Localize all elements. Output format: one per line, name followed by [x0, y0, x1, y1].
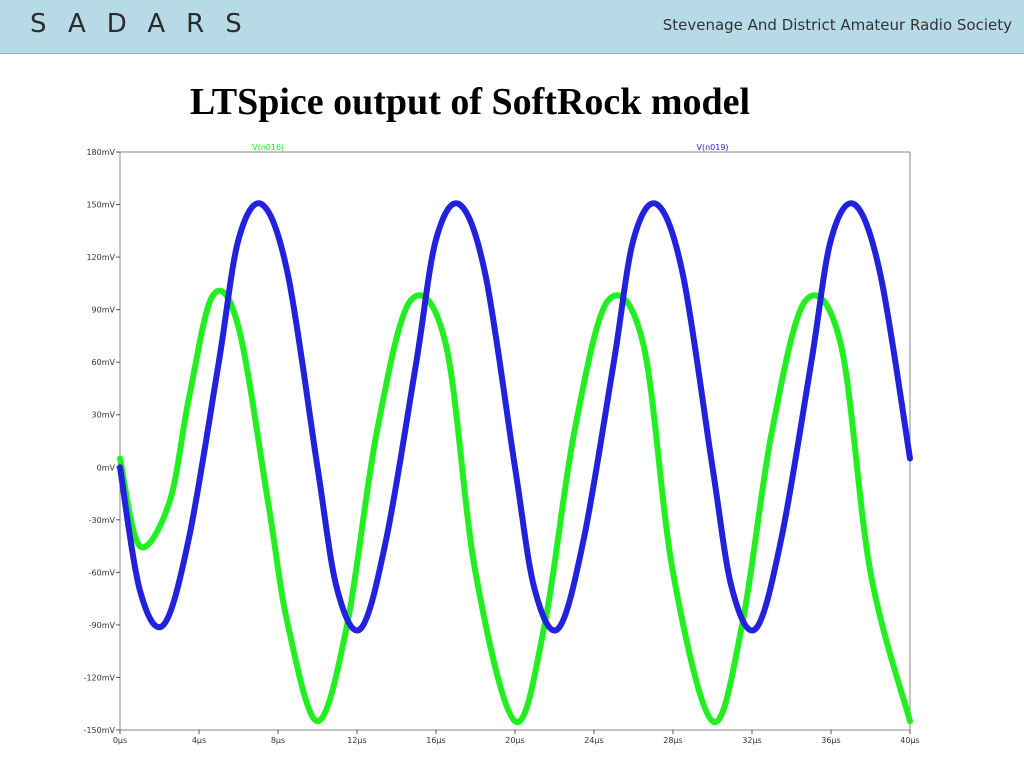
- series-point-1: [830, 239, 832, 241]
- series-point-0: [139, 545, 141, 547]
- y-tick-label: 30mV: [92, 411, 116, 420]
- series-point-0: [376, 431, 378, 433]
- x-tick-label: 12μs: [347, 736, 366, 745]
- series-point-0: [804, 300, 806, 302]
- ltspice-plot: 180mV 150mV 120mV 90mV 60mV 30mV 0mV -30mV -60mV…: [84, 143, 920, 745]
- y-tick-label: -30mV: [89, 516, 116, 525]
- series-point-1: [613, 361, 615, 363]
- series-point-0: [168, 501, 170, 503]
- series-point-0: [238, 326, 240, 328]
- series-point-1: [360, 627, 362, 629]
- y-tick-label: 0mV: [97, 463, 116, 472]
- series-point-0: [573, 431, 575, 433]
- y-tick-label: -120mV: [84, 673, 116, 682]
- series-point-1: [459, 204, 461, 206]
- series-point-1: [731, 589, 733, 591]
- x-tick-label: 4μs: [192, 736, 206, 745]
- plot-axes: 180mV 150mV 120mV 90mV 60mV 30mV 0mV -30mV -60mV…: [84, 148, 920, 745]
- series-point-1: [557, 627, 559, 629]
- series-point-1: [755, 627, 757, 629]
- series-point-1: [484, 274, 486, 276]
- series-point-1: [218, 361, 220, 363]
- series-point-0: [870, 571, 872, 573]
- series-point-0: [840, 344, 842, 346]
- x-tick-label: 32μs: [742, 736, 761, 745]
- series-point-0: [317, 720, 319, 722]
- society-name: Stevenage And District Amateur Radio Soc…: [662, 16, 1012, 34]
- x-tick-label: 8μs: [271, 736, 285, 745]
- x-tick-label: 0μs: [113, 736, 127, 745]
- plot-legend: V(n016) V(n019): [252, 143, 728, 152]
- y-tick-label: -150mV: [84, 726, 116, 735]
- series-point-1: [188, 536, 190, 538]
- series-point-0: [607, 300, 609, 302]
- series-point-1: [336, 589, 338, 591]
- series-point-0: [771, 431, 773, 433]
- series-point-1: [534, 589, 536, 591]
- x-tick-label: 24μs: [584, 736, 603, 745]
- series-point-0: [287, 624, 289, 626]
- series-point-1: [712, 466, 714, 468]
- series-line-1: [117, 200, 913, 634]
- x-tick-label: 36μs: [821, 736, 840, 745]
- legend-label-1: V(n019): [696, 143, 728, 152]
- y-tick-label: -90mV: [89, 621, 116, 630]
- y-tick-label: 90mV: [92, 306, 116, 315]
- series-point-1: [854, 204, 856, 206]
- series-point-1: [435, 239, 437, 241]
- slide-title: LTSpice output of SoftRock model: [189, 81, 751, 123]
- x-tick-label: 16μs: [426, 736, 445, 745]
- y-tick-label: 120mV: [86, 253, 115, 262]
- series-point-0: [475, 571, 477, 573]
- series-point-0: [267, 501, 269, 503]
- series-point-1: [317, 466, 319, 468]
- series-point-1: [583, 536, 585, 538]
- series-point-1: [909, 458, 911, 460]
- series-point-1: [386, 536, 388, 538]
- series-point-0: [514, 720, 516, 722]
- series-point-1: [162, 624, 164, 626]
- series-point-0: [712, 720, 714, 722]
- series-point-1: [415, 361, 417, 363]
- y-tick-label: 180mV: [86, 148, 115, 157]
- series-point-0: [642, 344, 644, 346]
- series-point-0: [445, 344, 447, 346]
- series-point-0: [909, 720, 911, 722]
- header-banner: SADARS Stevenage And District Amateur Ra…: [0, 0, 1024, 54]
- series-point-1: [139, 589, 141, 591]
- legend-label-0: V(n016): [252, 143, 284, 152]
- series-point-1: [238, 239, 240, 241]
- series-point-1: [810, 361, 812, 363]
- series-point-0: [188, 396, 190, 398]
- series-point-1: [781, 536, 783, 538]
- series-point-0: [119, 458, 121, 460]
- series-point-0: [409, 300, 411, 302]
- series-point-1: [879, 274, 881, 276]
- y-tick-label: -60mV: [89, 568, 116, 577]
- x-tick-label: 20μs: [505, 736, 524, 745]
- x-tick-label: 28μs: [663, 736, 682, 745]
- series-point-1: [119, 466, 121, 468]
- y-tick-label: 150mV: [86, 201, 115, 210]
- series-point-1: [514, 466, 516, 468]
- y-tick-label: 60mV: [92, 358, 116, 367]
- series-line-0: [117, 287, 913, 726]
- series-point-0: [672, 571, 674, 573]
- series-point-1: [682, 274, 684, 276]
- series-point-1: [261, 204, 263, 206]
- series-point-1: [633, 239, 635, 241]
- series-point-0: [212, 295, 214, 297]
- plot-series: [117, 200, 913, 726]
- series-point-1: [656, 204, 658, 206]
- series-point-1: [287, 274, 289, 276]
- sadars-logo: SADARS: [30, 9, 263, 39]
- x-tick-label: 40μs: [900, 736, 919, 745]
